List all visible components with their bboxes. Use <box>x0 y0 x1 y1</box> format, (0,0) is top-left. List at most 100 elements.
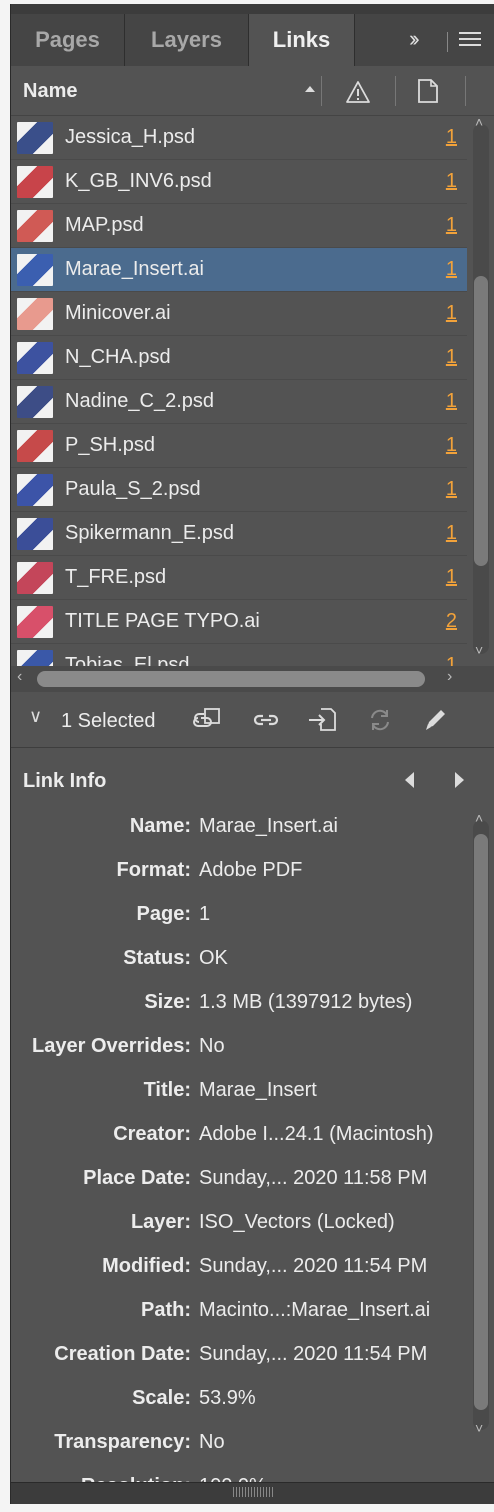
info-label: Layer: <box>130 1211 191 1233</box>
link-info-row: Place Date: Sunday,... 2020 11:58 PM <box>11 1156 467 1200</box>
next-link-icon[interactable] <box>455 772 464 788</box>
info-value: 1 <box>199 903 211 925</box>
info-label: Format: <box>116 859 191 881</box>
scroll-left-icon[interactable]: ‹ <box>17 668 22 686</box>
column-divider[interactable] <box>395 76 396 106</box>
info-value: 53.9% <box>199 1387 256 1409</box>
link-name: Paula_S_2.psd <box>65 478 201 500</box>
info-label: Creator: <box>113 1123 191 1145</box>
link-page-number[interactable]: 1 <box>446 126 457 149</box>
double-chevron-right-icon[interactable]: ›› <box>409 26 419 52</box>
link-info-list: Name: Marae_Insert.ai Format: Adobe PDF Page… <box>11 804 467 1484</box>
info-value: Adobe I...24.1 (Macintosh) <box>199 1123 434 1145</box>
link-info-scrollbar[interactable]: ˄ ˅ <box>469 810 493 1446</box>
scroll-thumb[interactable] <box>474 834 488 1410</box>
link-row[interactable]: Spikermann_E.psd 1 <box>11 512 467 556</box>
link-page-number[interactable]: 1 <box>446 390 457 413</box>
relink-icon[interactable] <box>249 706 283 734</box>
page-icon[interactable] <box>417 78 439 104</box>
link-name: T_FRE.psd <box>65 566 167 588</box>
link-thumbnail <box>17 122 53 154</box>
link-page-number[interactable]: 1 <box>446 522 457 545</box>
link-name: Tobias_El.psd <box>65 654 190 666</box>
link-page-number[interactable]: 1 <box>446 258 457 281</box>
link-page-number[interactable]: 1 <box>446 346 457 369</box>
link-page-number[interactable]: 2 <box>446 610 457 633</box>
link-info-row: Format: Adobe PDF <box>11 848 467 892</box>
link-thumbnail <box>17 342 53 374</box>
link-page-number[interactable]: 1 <box>446 302 457 325</box>
links-list: Jessica_H.psd 1 K_GB_INV6.psd 1 MAP.psd 1 Mara… <box>11 116 467 666</box>
link-page-number[interactable]: 1 <box>446 654 457 666</box>
link-row[interactable]: Tobias_El.psd 1 <box>11 644 467 666</box>
column-divider[interactable] <box>321 76 322 106</box>
name-column-header[interactable]: Name <box>23 80 77 103</box>
column-header: Name <box>11 66 494 116</box>
update-link-icon[interactable] <box>363 706 397 734</box>
info-value: Marae_Insert.ai <box>199 815 338 837</box>
links-toolbar: ∨ 1 Selected <box>11 692 494 748</box>
relink-from-cc-icon[interactable] <box>189 706 223 734</box>
link-name: Nadine_C_2.psd <box>65 390 214 412</box>
link-row[interactable]: Paula_S_2.psd 1 <box>11 468 467 512</box>
previous-link-icon[interactable] <box>405 772 414 788</box>
link-row[interactable]: K_GB_INV6.psd 1 <box>11 160 467 204</box>
link-info-row: Scale: 53.9% <box>11 1376 467 1420</box>
scroll-up-icon[interactable]: ˄ <box>475 810 483 826</box>
link-page-number[interactable]: 1 <box>446 214 457 237</box>
tab-pages[interactable]: Pages <box>11 14 125 66</box>
link-page-number[interactable]: 1 <box>446 434 457 457</box>
info-label: Layer Overrides: <box>32 1035 191 1057</box>
info-value: No <box>199 1035 225 1057</box>
panel-resize-grip[interactable] <box>11 1482 494 1504</box>
column-divider[interactable] <box>465 76 466 106</box>
scroll-right-icon[interactable]: › <box>447 668 452 686</box>
link-row[interactable]: Jessica_H.psd 1 <box>11 116 467 160</box>
links-list-scrollbar[interactable]: ˄ ˅ <box>469 114 493 666</box>
tab-layers[interactable]: Layers <box>125 14 249 66</box>
link-row[interactable]: N_CHA.psd 1 <box>11 336 467 380</box>
link-row[interactable]: TITLE PAGE TYPO.ai 2 <box>11 600 467 644</box>
info-label: Scale: <box>132 1387 191 1409</box>
link-name: N_CHA.psd <box>65 346 171 368</box>
edit-original-icon[interactable] <box>419 706 453 734</box>
link-row[interactable]: T_FRE.psd 1 <box>11 556 467 600</box>
link-row[interactable]: Nadine_C_2.psd 1 <box>11 380 467 424</box>
link-thumbnail <box>17 650 53 666</box>
selection-count: 1 Selected <box>61 710 156 732</box>
chevron-down-icon[interactable]: ∨ <box>29 706 42 727</box>
links-panel: Pages Layers Links ›› Name Jessica_H.psd… <box>10 4 494 1504</box>
horizontal-scrollbar[interactable]: ‹ › <box>11 666 494 692</box>
info-value: Sunday,... 2020 11:58 PM <box>199 1167 428 1189</box>
link-info-row: Status: OK <box>11 936 467 980</box>
link-info-row: Creator: Adobe I...24.1 (Macintosh) <box>11 1112 467 1156</box>
go-to-link-icon[interactable] <box>305 706 339 734</box>
warning-icon[interactable] <box>345 80 371 104</box>
link-page-number[interactable]: 1 <box>446 478 457 501</box>
info-label: Name: <box>129 815 191 837</box>
link-name: K_GB_INV6.psd <box>65 170 212 192</box>
scroll-up-icon[interactable]: ˄ <box>475 114 483 130</box>
tab-bar: Pages Layers Links ›› <box>11 4 494 66</box>
link-page-number[interactable]: 1 <box>446 566 457 589</box>
link-page-number[interactable]: 1 <box>446 170 457 193</box>
link-row[interactable]: MAP.psd 1 <box>11 204 467 248</box>
link-thumbnail <box>17 474 53 506</box>
hamburger-icon[interactable] <box>459 32 481 50</box>
scroll-thumb[interactable] <box>474 276 488 566</box>
sort-ascending-icon[interactable] <box>305 86 315 92</box>
tab-links[interactable]: Links <box>249 14 355 66</box>
info-value: Marae_Insert <box>199 1079 317 1101</box>
scroll-down-icon[interactable]: ˅ <box>475 1420 483 1436</box>
link-info-row: Transparency: No <box>11 1420 467 1464</box>
link-info-row: Layer Overrides: No <box>11 1024 467 1068</box>
horizontal-scroll-thumb[interactable] <box>37 671 425 687</box>
link-info-row: Name: Marae_Insert.ai <box>11 804 467 848</box>
link-row[interactable]: Marae_Insert.ai 1 <box>11 248 467 292</box>
link-thumbnail <box>17 254 53 286</box>
scroll-down-icon[interactable]: ˅ <box>475 642 483 658</box>
link-row[interactable]: Minicover.ai 1 <box>11 292 467 336</box>
link-thumbnail <box>17 298 53 330</box>
link-thumbnail <box>17 386 53 418</box>
link-row[interactable]: P_SH.psd 1 <box>11 424 467 468</box>
